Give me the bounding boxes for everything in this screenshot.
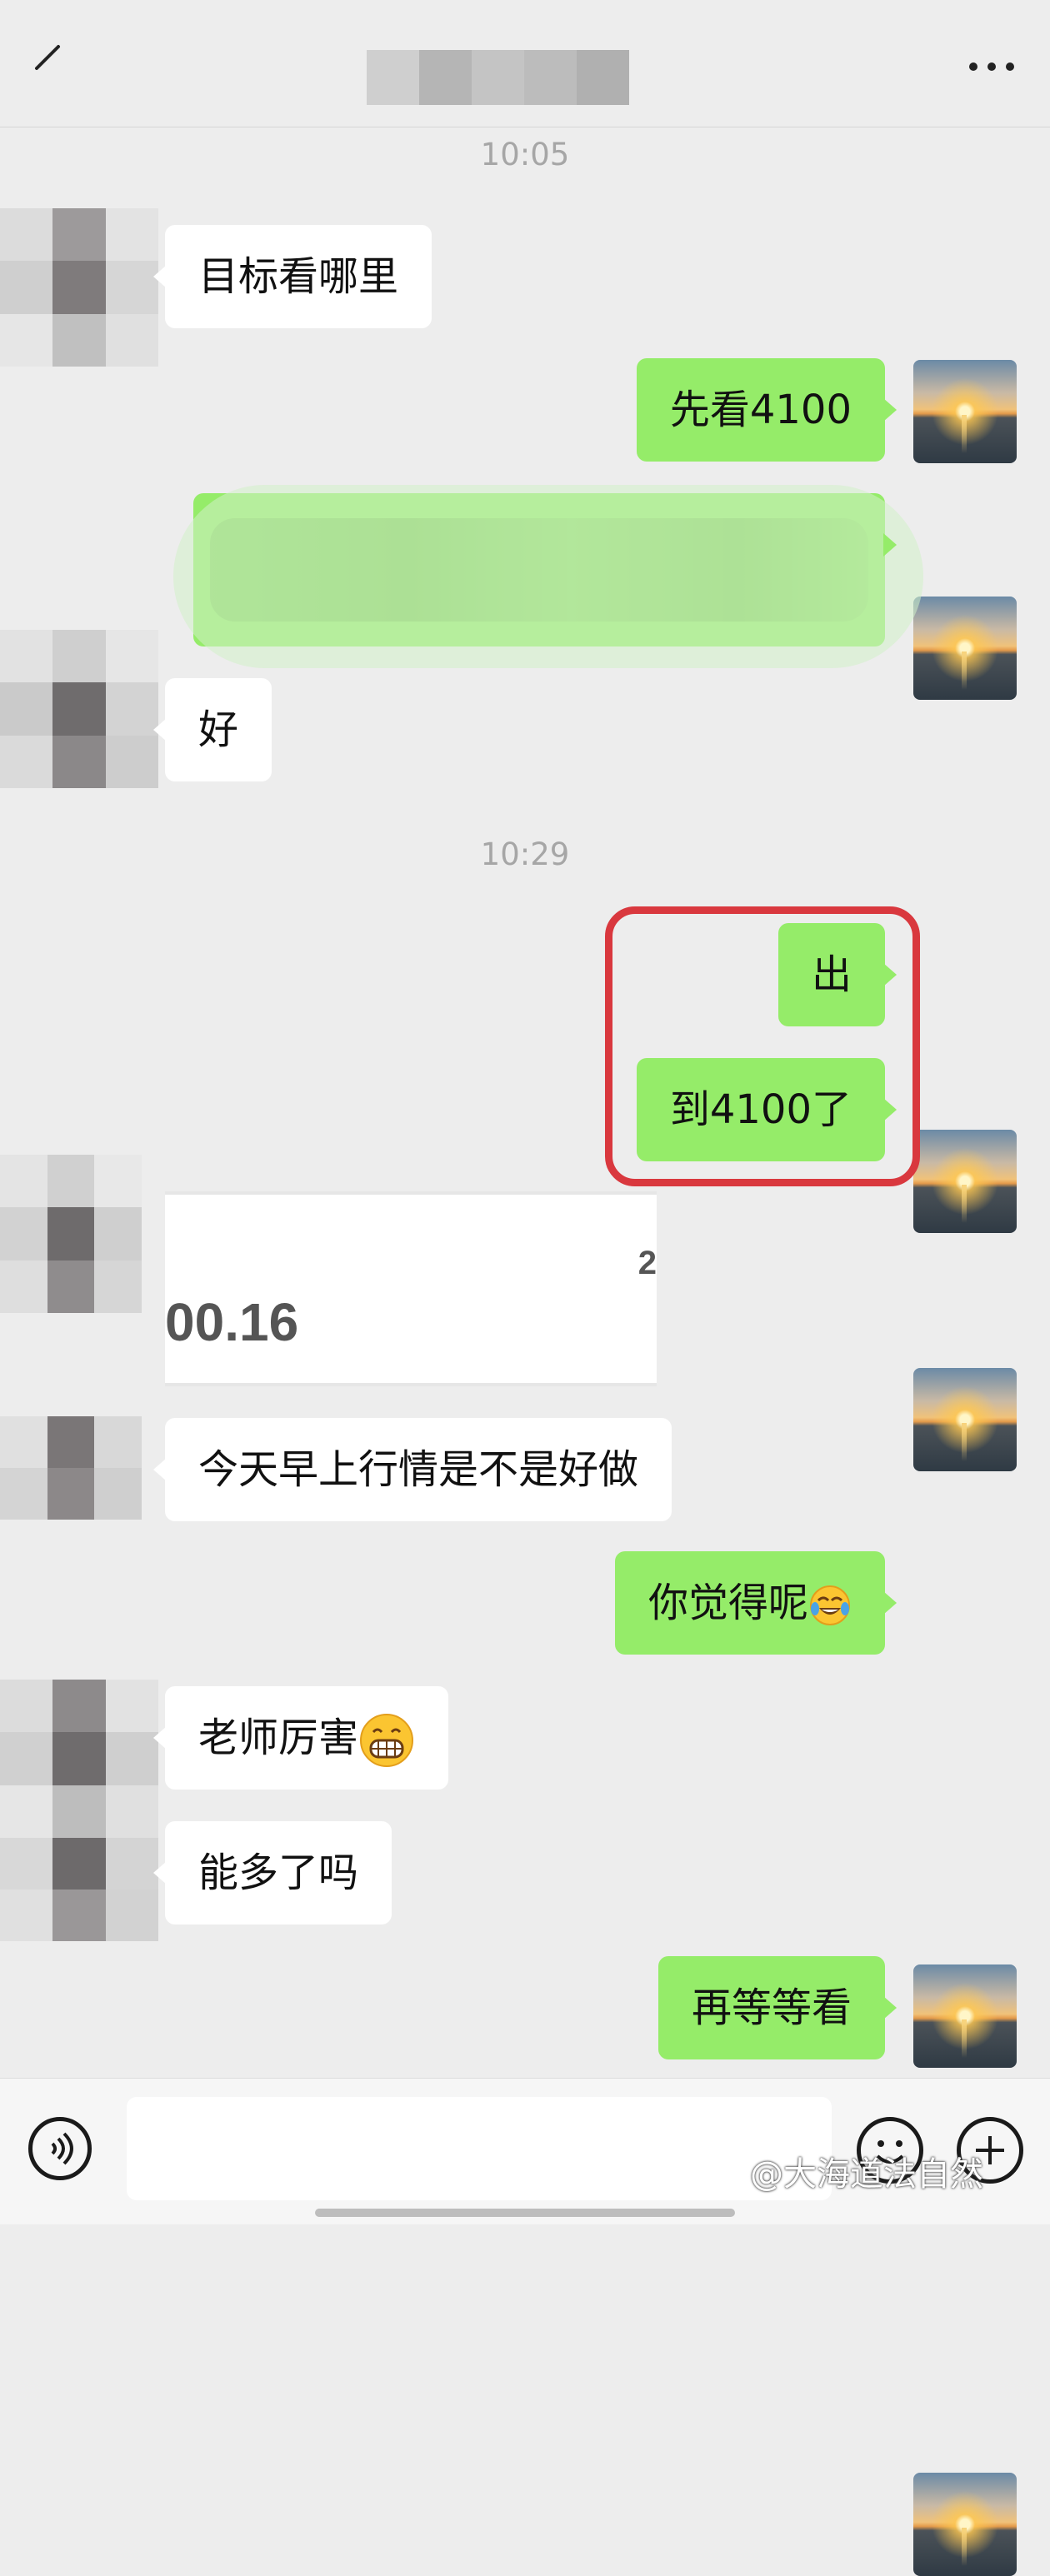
avatar[interactable] — [913, 2473, 1017, 2576]
grinning-emoji-icon — [360, 1714, 414, 1767]
avatar[interactable] — [913, 1368, 1017, 1471]
avatar-redacted[interactable] — [0, 1155, 142, 1313]
message-bubble[interactable]: 你觉得呢 — [614, 1551, 898, 1655]
back-arrow-icon[interactable] — [33, 40, 67, 73]
message-text: 老师厉害 — [198, 1715, 359, 1761]
message-text: 今天早上行情是不是好做 — [198, 1446, 639, 1493]
message-text: 先看4100 — [669, 387, 852, 433]
avatar[interactable] — [913, 1130, 1017, 1233]
message-text: 你觉得呢 — [648, 1580, 808, 1626]
timestamp: 10:29 — [480, 836, 570, 872]
message-bubble[interactable]: 目标看哪里 — [152, 225, 432, 328]
avatar-redacted[interactable] — [0, 1838, 158, 1941]
avatar-redacted[interactable] — [0, 1680, 158, 1838]
image-text: 00.16 — [165, 1292, 299, 1352]
watermark: @大海道法自然 — [750, 2155, 983, 2194]
tears-of-joy-emoji-icon — [810, 1585, 850, 1625]
message-bubble-redacted[interactable] — [173, 485, 923, 668]
message-text: 目标看哪里 — [198, 253, 399, 300]
voice-icon[interactable] — [28, 2117, 92, 2180]
highlight-box — [605, 906, 920, 1186]
message-bubble[interactable]: 先看4100 — [636, 358, 898, 462]
timestamp: 10:05 — [480, 137, 570, 172]
message-text: 再等等看 — [691, 1984, 852, 2031]
input-bar: @大海道法自然 — [0, 2078, 1050, 2224]
image-edge-text: 2 — [638, 1245, 657, 1281]
message-bubble[interactable]: 老师厉害 — [152, 1686, 449, 1790]
avatar[interactable] — [913, 597, 1017, 700]
chat-title-redacted — [367, 50, 630, 105]
message-bubble[interactable]: 好 — [152, 678, 272, 781]
more-dots-icon[interactable] — [967, 50, 1017, 83]
avatar[interactable] — [913, 1964, 1017, 2068]
home-indicator[interactable] — [315, 2209, 735, 2217]
message-bubble[interactable]: 再等等看 — [658, 1956, 898, 2059]
avatar-redacted[interactable] — [0, 630, 158, 788]
avatar-redacted[interactable] — [0, 1416, 142, 1520]
message-bubble[interactable]: 今天早上行情是不是好做 — [152, 1418, 672, 1521]
avatar[interactable] — [913, 360, 1017, 463]
message-bubble[interactable]: 能多了吗 — [152, 1821, 392, 1925]
message-text: 好 — [198, 706, 239, 753]
avatar-redacted[interactable] — [0, 208, 158, 367]
message-input[interactable] — [127, 2097, 832, 2200]
chat-header — [0, 0, 1050, 127]
message-text: 能多了吗 — [198, 1850, 359, 1896]
image-message[interactable]: 00.16 2 — [165, 1191, 657, 1386]
